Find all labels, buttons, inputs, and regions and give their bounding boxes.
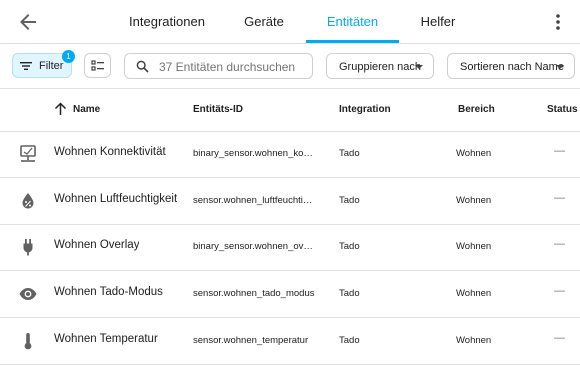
table-row[interactable]: Wohnen Luftfeuchtigkeit sensor.wohnen_lu… xyxy=(0,178,580,225)
top-app-bar: Integrationen Geräte Entitäten Helfer xyxy=(0,0,580,44)
thermometer-icon xyxy=(24,333,32,350)
entity-id: binary_sensor.wohnen_overlay xyxy=(193,241,315,252)
table-row[interactable]: Wohnen Tado-Modus sensor.wohnen_tado_mod… xyxy=(0,271,580,318)
entity-area: Wohnen xyxy=(456,288,492,299)
entity-integration: Tado xyxy=(339,241,360,252)
group-by-dropdown[interactable]: Gruppieren nach xyxy=(326,53,434,79)
chevron-down-icon xyxy=(556,65,564,69)
column-header-area[interactable]: Bereich xyxy=(458,104,495,115)
column-header-status[interactable]: Status xyxy=(547,104,578,115)
eye-icon xyxy=(19,288,37,300)
tab-helfer[interactable]: Helfer xyxy=(416,0,460,43)
power-plug-icon xyxy=(23,239,33,256)
more-vertical-icon[interactable] xyxy=(548,11,568,33)
entity-integration: Tado xyxy=(339,288,360,299)
entity-name: Wohnen Konnektivität xyxy=(54,146,166,158)
entity-area: Wohnen xyxy=(456,195,492,206)
entity-area: Wohnen xyxy=(456,335,492,346)
entity-id: sensor.wohnen_luftfeuchtigkeit xyxy=(193,195,315,206)
active-tab-indicator xyxy=(306,40,399,43)
entity-name: Wohnen Tado-Modus xyxy=(54,286,163,298)
filter-count-badge: 1 xyxy=(62,50,75,63)
entity-integration: Tado xyxy=(339,195,360,206)
water-percent-icon xyxy=(22,193,34,209)
table-row[interactable]: Wohnen Overlay binary_sensor.wohnen_over… xyxy=(0,224,580,271)
entity-area: Wohnen xyxy=(456,241,492,252)
tab-geraete[interactable]: Geräte xyxy=(238,0,290,43)
entity-id: sensor.wohnen_temperatur xyxy=(193,335,309,346)
sort-label: Sortieren nach Name xyxy=(460,61,564,73)
sort-dropdown[interactable]: Sortieren nach Name xyxy=(447,53,575,79)
search-icon xyxy=(136,60,149,73)
column-header-entity-id[interactable]: Entitäts-ID xyxy=(193,104,243,115)
entity-name: Wohnen Luftfeuchtigkeit xyxy=(54,193,178,205)
tab-entitaeten[interactable]: Entitäten xyxy=(306,0,399,43)
entity-status: — xyxy=(554,332,565,344)
sort-ascending-arrow-icon[interactable] xyxy=(54,102,67,116)
table-row[interactable]: Wohnen Konnektivität binary_sensor.wohne… xyxy=(0,131,580,178)
column-header-name[interactable]: Name xyxy=(73,104,100,115)
filter-icon xyxy=(20,62,32,70)
entity-integration: Tado xyxy=(339,148,360,159)
toolbar: Filter 1 Gruppieren nach Sortieren nach … xyxy=(0,44,580,89)
entity-area: Wohnen xyxy=(456,148,492,159)
tab-integrationen[interactable]: Integrationen xyxy=(127,0,207,43)
entity-id: binary_sensor.wohnen_konnektivitaet xyxy=(193,148,315,159)
entity-status: — xyxy=(554,285,565,297)
table-row[interactable]: Wohnen Temperatur sensor.wohnen_temperat… xyxy=(0,318,580,365)
column-header-integration[interactable]: Integration xyxy=(339,104,391,115)
chevron-down-icon xyxy=(415,65,423,69)
entity-id: sensor.wohnen_tado_modus xyxy=(193,288,315,299)
group-by-label: Gruppieren nach xyxy=(339,61,421,73)
entity-name: Wohnen Temperatur xyxy=(54,333,158,345)
monitor-network-icon xyxy=(20,145,36,162)
entity-status: — xyxy=(554,145,565,157)
search-field[interactable] xyxy=(124,53,313,79)
checklist-icon xyxy=(91,60,104,71)
search-input[interactable] xyxy=(157,58,311,76)
entity-name: Wohnen Overlay xyxy=(54,239,140,251)
entity-integration: Tado xyxy=(339,335,360,346)
entity-status: — xyxy=(554,192,565,204)
selection-mode-button[interactable] xyxy=(84,53,111,78)
table-header: Name Entitäts-ID Integration Bereich Sta… xyxy=(0,89,580,132)
back-arrow-icon[interactable] xyxy=(16,10,40,34)
entity-status: — xyxy=(554,238,565,250)
filter-label: Filter xyxy=(39,60,64,72)
